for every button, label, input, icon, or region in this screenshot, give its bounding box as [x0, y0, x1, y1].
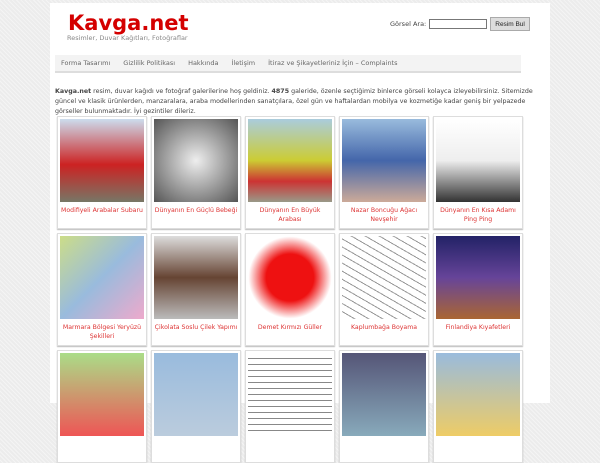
- gallery-card[interactable]: Finlandiya Kıyafetleri: [433, 233, 523, 346]
- search-button[interactable]: Resim Bul: [490, 17, 530, 31]
- gallery-thumbnail[interactable]: [342, 353, 426, 436]
- gallery-grid: Modifiyeli Arabalar Subaru Dünyanın En Gü…: [57, 116, 523, 463]
- nav-item[interactable]: İtiraz ve Şikayetleriniz İçin – Complain…: [268, 59, 397, 67]
- gallery-thumbnail[interactable]: [248, 236, 332, 319]
- gallery-thumbnail[interactable]: [436, 236, 520, 319]
- nav-item[interactable]: Gizlilik Politikası: [123, 59, 175, 67]
- gallery-thumbnail[interactable]: [60, 236, 144, 319]
- gallery-caption[interactable]: Çikolata Soslu Çilek Yapımı: [154, 323, 238, 332]
- gallery-card[interactable]: [57, 350, 147, 463]
- gallery-caption[interactable]: Kaplumbağa Boyama: [342, 323, 426, 332]
- page-content: Kavga.net Resimler, Duvar Kağıtları, Fot…: [50, 3, 550, 463]
- gallery-thumbnail[interactable]: [342, 236, 426, 319]
- gallery-count: 4875: [271, 88, 290, 95]
- gallery-thumbnail[interactable]: [154, 119, 238, 202]
- gallery-card[interactable]: Kaplumbağa Boyama: [339, 233, 429, 346]
- gallery-card[interactable]: Marmara Bölgesi Yeryüzü Şekilleri: [57, 233, 147, 346]
- gallery-card[interactable]: Dünyanın En Güçlü Bebeği: [151, 116, 241, 229]
- gallery-caption[interactable]: Finlandiya Kıyafetleri: [436, 323, 520, 332]
- gallery-thumbnail[interactable]: [248, 353, 332, 436]
- gallery-thumbnail[interactable]: [60, 353, 144, 436]
- gallery-card[interactable]: Nazar Boncuğu Ağacı Nevşehir: [339, 116, 429, 229]
- gallery-card[interactable]: Dünyanın En Kısa Adamı Ping Ping: [433, 116, 523, 229]
- gallery-thumbnail[interactable]: [248, 119, 332, 202]
- nav-item[interactable]: Hakkında: [188, 59, 218, 67]
- gallery-caption[interactable]: Dünyanın En Büyük Arabası: [248, 206, 332, 224]
- intro-text: Kavga.net resim, duvar kağıdı ve fotoğra…: [55, 87, 545, 117]
- intro-part: resim, duvar kağıdı ve fotoğraf galerile…: [91, 88, 272, 95]
- search-form: Görsel Ara: Resim Bul: [390, 17, 530, 31]
- site-tagline: Resimler, Duvar Kağıtları, Fotoğraflar: [67, 34, 188, 42]
- gallery-caption[interactable]: Dünyanın En Güçlü Bebeği: [154, 206, 238, 215]
- gallery-caption[interactable]: Modifiyeli Arabalar Subaru: [60, 206, 144, 215]
- gallery-card[interactable]: [245, 350, 335, 463]
- gallery-caption[interactable]: Marmara Bölgesi Yeryüzü Şekilleri: [60, 323, 144, 341]
- gallery-thumbnail[interactable]: [342, 119, 426, 202]
- nav-item[interactable]: İletişim: [232, 59, 256, 67]
- gallery-thumbnail[interactable]: [154, 236, 238, 319]
- gallery-thumbnail[interactable]: [154, 353, 238, 436]
- gallery-thumbnail[interactable]: [60, 119, 144, 202]
- site-logo[interactable]: Kavga.net: [68, 11, 189, 35]
- intro-brand: Kavga.net: [55, 88, 92, 95]
- gallery-card[interactable]: [151, 350, 241, 463]
- search-input[interactable]: [429, 19, 488, 29]
- gallery-card[interactable]: [433, 350, 523, 463]
- gallery-caption[interactable]: Demet Kırmızı Güller: [248, 323, 332, 332]
- gallery-card[interactable]: Çikolata Soslu Çilek Yapımı: [151, 233, 241, 346]
- search-label: Görsel Ara:: [390, 20, 427, 28]
- main-nav: Forma Tasarımı Gizlilik Politikası Hakkı…: [55, 55, 521, 73]
- gallery-card[interactable]: [339, 350, 429, 463]
- gallery-thumbnail[interactable]: [436, 119, 520, 202]
- gallery-caption[interactable]: Dünyanın En Kısa Adamı Ping Ping: [436, 206, 520, 224]
- gallery-card[interactable]: Dünyanın En Büyük Arabası: [245, 116, 335, 229]
- nav-item[interactable]: Forma Tasarımı: [61, 59, 110, 67]
- gallery-caption[interactable]: Nazar Boncuğu Ağacı Nevşehir: [342, 206, 426, 224]
- gallery-card[interactable]: Demet Kırmızı Güller: [245, 233, 335, 346]
- gallery-card[interactable]: Modifiyeli Arabalar Subaru: [57, 116, 147, 229]
- gallery-thumbnail[interactable]: [436, 353, 520, 436]
